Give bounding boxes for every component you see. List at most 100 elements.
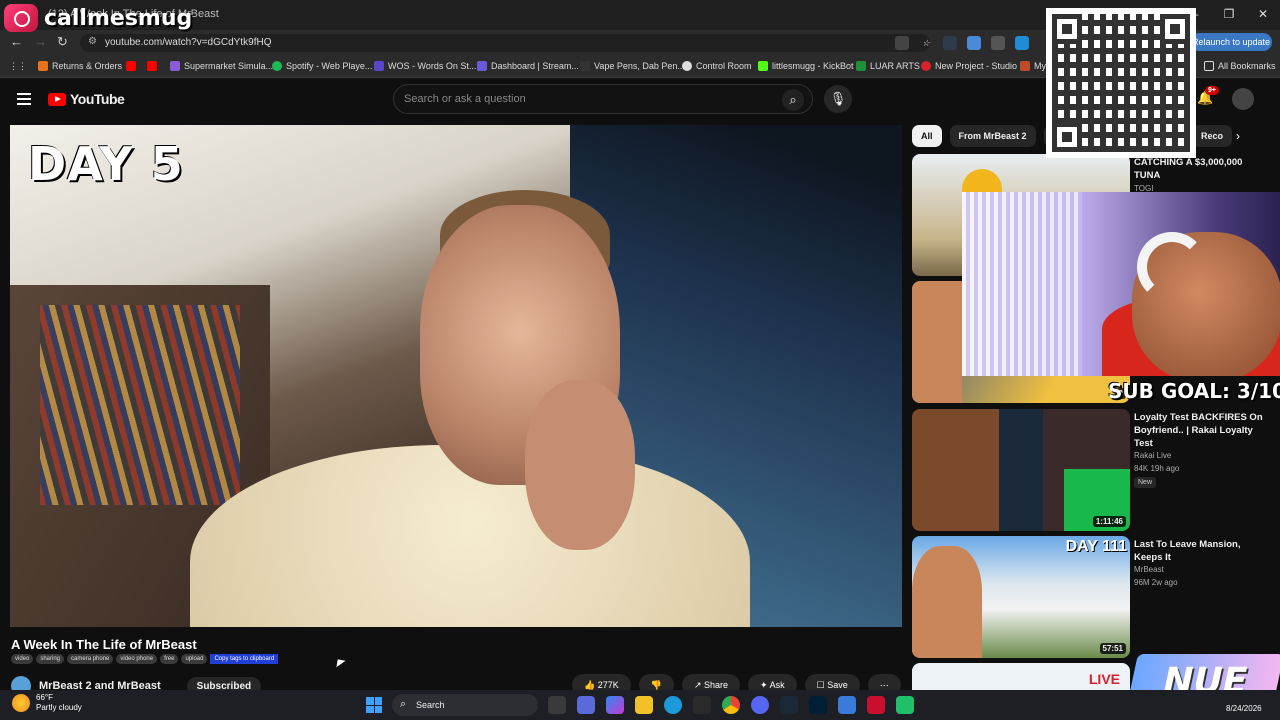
cast-icon[interactable]: [895, 36, 909, 50]
bookmark-item[interactable]: littlesmugg - KickBot: [758, 61, 854, 71]
star-icon[interactable]: ☆: [919, 36, 933, 50]
extension-icon[interactable]: [1015, 36, 1029, 50]
copy-tags-button[interactable]: Copy tags to clipboard: [210, 654, 279, 664]
extension-icon[interactable]: [991, 36, 1005, 50]
chevron-right-icon[interactable]: ›: [1236, 129, 1240, 143]
youtube-bookmark-icon[interactable]: [126, 61, 136, 71]
close-icon[interactable]: ✕: [1246, 0, 1280, 30]
thumbnail-person: [912, 281, 962, 403]
folder-icon: [1204, 61, 1214, 71]
video-title[interactable]: Last To Leave Mansion, Keeps It: [1134, 538, 1264, 564]
reload-icon[interactable]: ↻: [57, 34, 68, 50]
qr-code: [1046, 8, 1196, 158]
copilot-icon[interactable]: [606, 696, 624, 714]
teams-icon[interactable]: [577, 696, 595, 714]
bookmark-item[interactable]: Dashboard | Stream...: [477, 61, 579, 71]
bookmark-favicon-icon: [921, 61, 931, 71]
site-info-icon[interactable]: ⚙: [88, 36, 98, 48]
bookmark-favicon-icon: [170, 61, 180, 71]
avatar[interactable]: [1232, 88, 1254, 110]
notifications-bell-icon[interactable]: 🔔 9+: [1197, 86, 1219, 106]
bookmark-item[interactable]: Supermarket Simula...: [170, 61, 273, 71]
tag[interactable]: free: [160, 654, 179, 664]
chip-all[interactable]: All: [912, 125, 942, 147]
tag[interactable]: upload: [181, 654, 208, 664]
taskbar-date: 8/24/2026: [1226, 704, 1262, 713]
video-title[interactable]: CATCHING A $3,000,000 TUNA: [1134, 156, 1264, 182]
url-field[interactable]: ⚙ youtube.com/watch?v=dGCdYtk9fHQ: [80, 34, 930, 52]
bookmark-favicon-icon: [477, 61, 487, 71]
new-badge: New: [1134, 477, 1157, 488]
headset-icon: [1137, 232, 1207, 302]
qr-eye: [1052, 14, 1082, 44]
app-icon[interactable]: [867, 696, 885, 714]
video-tags: video sharing camera phone video phone f…: [11, 654, 279, 664]
channel-name[interactable]: Rakai Live: [1134, 451, 1171, 460]
extension-icon[interactable]: [967, 36, 981, 50]
bookmark-item[interactable]: Vape Pens, Dab Pen...: [580, 61, 685, 71]
video-frame-hand: [525, 380, 635, 550]
bookmark-item[interactable]: WOS - Words On St...: [374, 61, 476, 71]
bookmark-item[interactable]: Spotify - Web Playe...: [272, 61, 372, 71]
extension-icon[interactable]: [943, 36, 957, 50]
tag[interactable]: sharing: [36, 654, 65, 664]
chip-from-mrbeast2[interactable]: From MrBeast 2: [949, 125, 1036, 147]
search-input[interactable]: Search or ask a question ⌕: [393, 84, 813, 114]
youtube-bookmark-icon[interactable]: [147, 61, 157, 71]
relaunch-update-button[interactable]: Relaunch to update: [1190, 33, 1272, 51]
file-explorer-icon[interactable]: [635, 696, 653, 714]
bookmark-favicon-icon: [682, 61, 692, 71]
recommendation-item[interactable]: DAY 111 57:51 Last To Leave Mansion, Kee…: [912, 536, 1272, 658]
back-icon[interactable]: ←: [10, 34, 23, 49]
windows-taskbar: 66°F Partly cloudy ⌕ Search: [0, 690, 1280, 720]
photoshop-icon[interactable]: [809, 696, 827, 714]
video-player[interactable]: DAY 5: [10, 125, 902, 627]
youtube-logo[interactable]: YouTube: [48, 91, 125, 107]
weather-temp: 66°F: [36, 693, 53, 702]
tag[interactable]: camera phone: [67, 654, 114, 664]
all-bookmarks[interactable]: All Bookmarks: [1204, 61, 1276, 71]
tag[interactable]: video phone: [116, 654, 158, 664]
stream-brand: callmesmug: [4, 4, 192, 32]
mic-icon[interactable]: 🎙: [824, 85, 852, 113]
video-title[interactable]: Loyalty Test BACKFIRES On Boyfriend.. | …: [1134, 411, 1264, 450]
store-icon[interactable]: [693, 696, 711, 714]
thumbnail-text: DAY 111: [1065, 538, 1127, 555]
chrome-icon[interactable]: [722, 696, 740, 714]
task-view-icon[interactable]: [548, 696, 566, 714]
spotify-icon: [272, 61, 282, 71]
weather-widget[interactable]: 66°F Partly cloudy: [12, 693, 82, 713]
discord-icon[interactable]: [751, 696, 769, 714]
apps-icon[interactable]: ⋮⋮: [9, 61, 27, 72]
bookmark-item[interactable]: Returns & Orders: [38, 61, 122, 71]
bookmark-item[interactable]: New Project - Studio: [921, 61, 1017, 71]
bookmark-item[interactable]: LUAR ARTS: [856, 61, 920, 71]
notepad-icon[interactable]: [838, 696, 856, 714]
search-placeholder: Search or ask a question: [404, 93, 526, 105]
steam-icon[interactable]: [780, 696, 798, 714]
search-icon[interactable]: ⌕: [782, 89, 804, 111]
chip[interactable]: Reco: [1192, 125, 1233, 147]
tag[interactable]: video: [11, 654, 34, 664]
menu-icon[interactable]: [17, 93, 31, 105]
bookmark-item[interactable]: My: [1020, 61, 1046, 71]
bookmark-item[interactable]: Control Room: [682, 61, 752, 71]
windows-start-icon[interactable]: [366, 697, 382, 713]
thumbnail[interactable]: 1:11:46: [912, 409, 1130, 531]
video-frame-artwork: [40, 305, 240, 505]
mouse-cursor-icon: [336, 659, 346, 669]
weather-condition: Partly cloudy: [36, 703, 82, 712]
url-text: youtube.com/watch?v=dGCdYtk9fHQ: [105, 37, 272, 48]
thumbnail[interactable]: DAY 111 57:51: [912, 536, 1130, 658]
edge-icon[interactable]: [664, 696, 682, 714]
taskbar-search[interactable]: ⌕ Search: [392, 694, 538, 716]
recommendation-item[interactable]: 1:11:46 Loyalty Test BACKFIRES On Boyfri…: [912, 409, 1272, 531]
bookmark-favicon-icon: [856, 61, 866, 71]
qr-eye: [1052, 122, 1082, 152]
forward-icon[interactable]: →: [34, 34, 47, 49]
app-icon[interactable]: [896, 696, 914, 714]
bookmark-favicon-icon: [1020, 61, 1030, 71]
channel-name[interactable]: MrBeast: [1134, 565, 1164, 574]
maximize-icon[interactable]: ❐: [1212, 0, 1246, 30]
thumbnail[interactable]: LIVE: [912, 663, 1130, 690]
